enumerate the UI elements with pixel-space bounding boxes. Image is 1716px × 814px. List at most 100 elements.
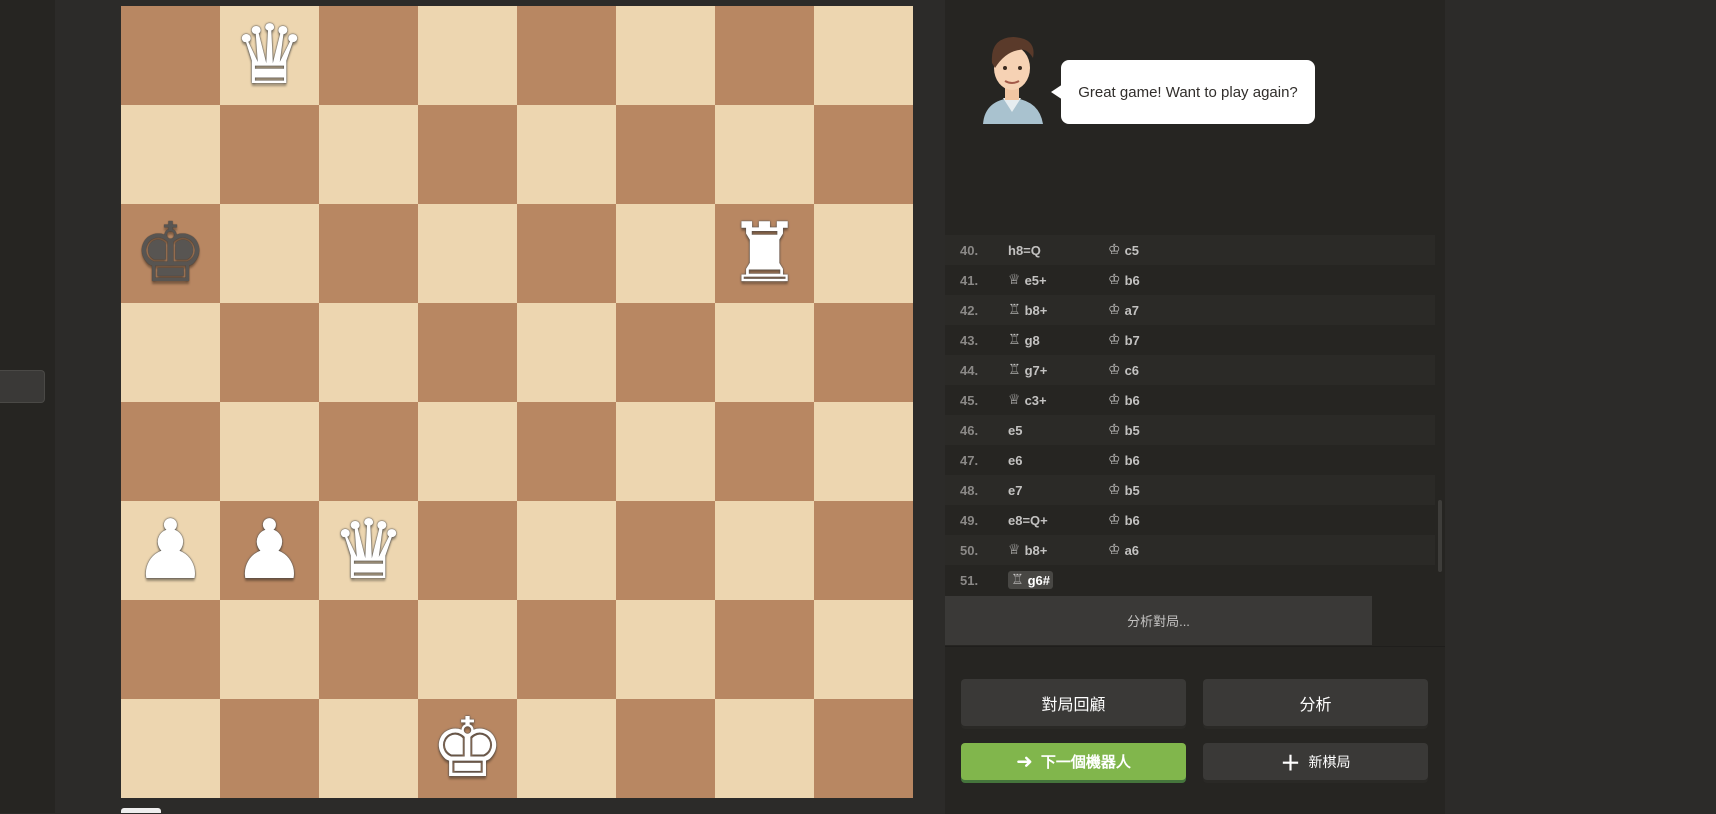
square-b2[interactable] [220,600,319,699]
square-c3[interactable]: ♛ [319,501,418,600]
square-d2[interactable] [418,600,517,699]
analyze-game-link[interactable]: 分析對局... [945,596,1372,645]
square-f7[interactable] [616,105,715,204]
black-move[interactable]: ♔ a6 [1108,542,1228,558]
black-move[interactable]: ♔ b5 [1108,482,1228,498]
square-g2[interactable] [715,600,814,699]
move-list[interactable]: 40. h8=Q ♔ c5 41. ♕ e5+ ♔ b6 42. ♖ b8+ ♔ a7 43. ♖ g8 ♔ b7 4… [945,235,1435,593]
square-a8[interactable] [121,6,220,105]
square-e7[interactable] [517,105,616,204]
white-pawn-piece[interactable]: ♟ [134,509,208,592]
square-d7[interactable] [418,105,517,204]
square-b1[interactable] [220,699,319,798]
square-f3[interactable] [616,501,715,600]
square-e2[interactable] [517,600,616,699]
square-a5[interactable] [121,303,220,402]
black-move[interactable]: ♔ c6 [1108,362,1228,378]
white-move[interactable]: h8=Q [1008,243,1108,258]
black-move[interactable]: ♔ a7 [1108,302,1228,318]
square-e3[interactable] [517,501,616,600]
square-h4[interactable] [814,402,913,501]
white-move[interactable]: ♕ b8+ [1008,542,1108,558]
square-f4[interactable] [616,402,715,501]
sidebar-collapse-tab[interactable] [0,370,45,403]
white-queen-piece[interactable]: ♛ [332,509,406,592]
square-a4[interactable] [121,402,220,501]
black-move[interactable]: ♔ b6 [1108,392,1228,408]
square-f2[interactable] [616,600,715,699]
square-f6[interactable] [616,204,715,303]
black-move[interactable]: ♔ b7 [1108,332,1228,348]
white-king-piece[interactable]: ♚ [431,707,505,790]
white-move[interactable]: e5 [1008,423,1108,438]
square-e5[interactable] [517,303,616,402]
white-move[interactable]: e7 [1008,483,1108,498]
black-move[interactable]: ♔ b6 [1108,452,1228,468]
black-move[interactable]: ♔ b5 [1108,422,1228,438]
square-g5[interactable] [715,303,814,402]
square-h6[interactable] [814,204,913,303]
square-h1[interactable] [814,699,913,798]
square-c7[interactable] [319,105,418,204]
square-c8[interactable] [319,6,418,105]
white-rook-piece[interactable]: ♜ [728,212,802,295]
white-pawn-piece[interactable]: ♟ [233,509,307,592]
square-a6[interactable]: ♚ [121,204,220,303]
square-a3[interactable]: ♟ [121,501,220,600]
white-move[interactable]: ♖ b8+ [1008,302,1108,318]
black-move[interactable]: ♔ c5 [1108,242,1228,258]
square-c2[interactable] [319,600,418,699]
square-e8[interactable] [517,6,616,105]
square-f8[interactable] [616,6,715,105]
white-move[interactable]: e8=Q+ [1008,513,1108,528]
square-g8[interactable] [715,6,814,105]
square-e1[interactable] [517,699,616,798]
chess-board[interactable]: ♛ ♚ ♜ ♟ ♟ ♛ ♚ [121,6,913,798]
white-move[interactable]: ♖ g8 [1008,332,1108,348]
white-move[interactable]: ♕ c3+ [1008,392,1108,408]
analysis-button[interactable]: 分析 [1203,679,1428,726]
square-d5[interactable] [418,303,517,402]
square-b3[interactable]: ♟ [220,501,319,600]
square-h3[interactable] [814,501,913,600]
square-e4[interactable] [517,402,616,501]
square-e6[interactable] [517,204,616,303]
next-bot-button[interactable]: ➜ 下一個機器人 [961,743,1186,780]
square-c6[interactable] [319,204,418,303]
square-h2[interactable] [814,600,913,699]
move-list-scrollbar[interactable] [1438,500,1442,572]
square-c4[interactable] [319,402,418,501]
square-b4[interactable] [220,402,319,501]
square-d4[interactable] [418,402,517,501]
white-move[interactable]: ♖ g6# [1008,571,1053,589]
white-move[interactable]: e6 [1008,453,1108,468]
square-h7[interactable] [814,105,913,204]
square-b5[interactable] [220,303,319,402]
square-g4[interactable] [715,402,814,501]
new-game-button[interactable]: ＋ 新棋局 [1203,743,1428,780]
black-move[interactable]: ♔ b6 [1108,512,1228,528]
square-g3[interactable] [715,501,814,600]
square-h8[interactable] [814,6,913,105]
square-b6[interactable] [220,204,319,303]
square-f1[interactable] [616,699,715,798]
black-king-piece[interactable]: ♚ [134,212,208,295]
white-queen-piece[interactable]: ♛ [233,14,307,97]
square-g7[interactable] [715,105,814,204]
square-g6[interactable]: ♜ [715,204,814,303]
black-move[interactable]: ♔ b6 [1108,272,1228,288]
white-move[interactable]: ♖ g7+ [1008,362,1108,378]
square-d3[interactable] [418,501,517,600]
square-c1[interactable] [319,699,418,798]
square-h5[interactable] [814,303,913,402]
square-d6[interactable] [418,204,517,303]
game-review-button[interactable]: 對局回顧 [961,679,1186,726]
white-move[interactable]: ♕ e5+ [1008,272,1108,288]
square-f5[interactable] [616,303,715,402]
square-g1[interactable] [715,699,814,798]
square-b7[interactable] [220,105,319,204]
square-d1[interactable]: ♚ [418,699,517,798]
square-a2[interactable] [121,600,220,699]
square-b8[interactable]: ♛ [220,6,319,105]
square-d8[interactable] [418,6,517,105]
